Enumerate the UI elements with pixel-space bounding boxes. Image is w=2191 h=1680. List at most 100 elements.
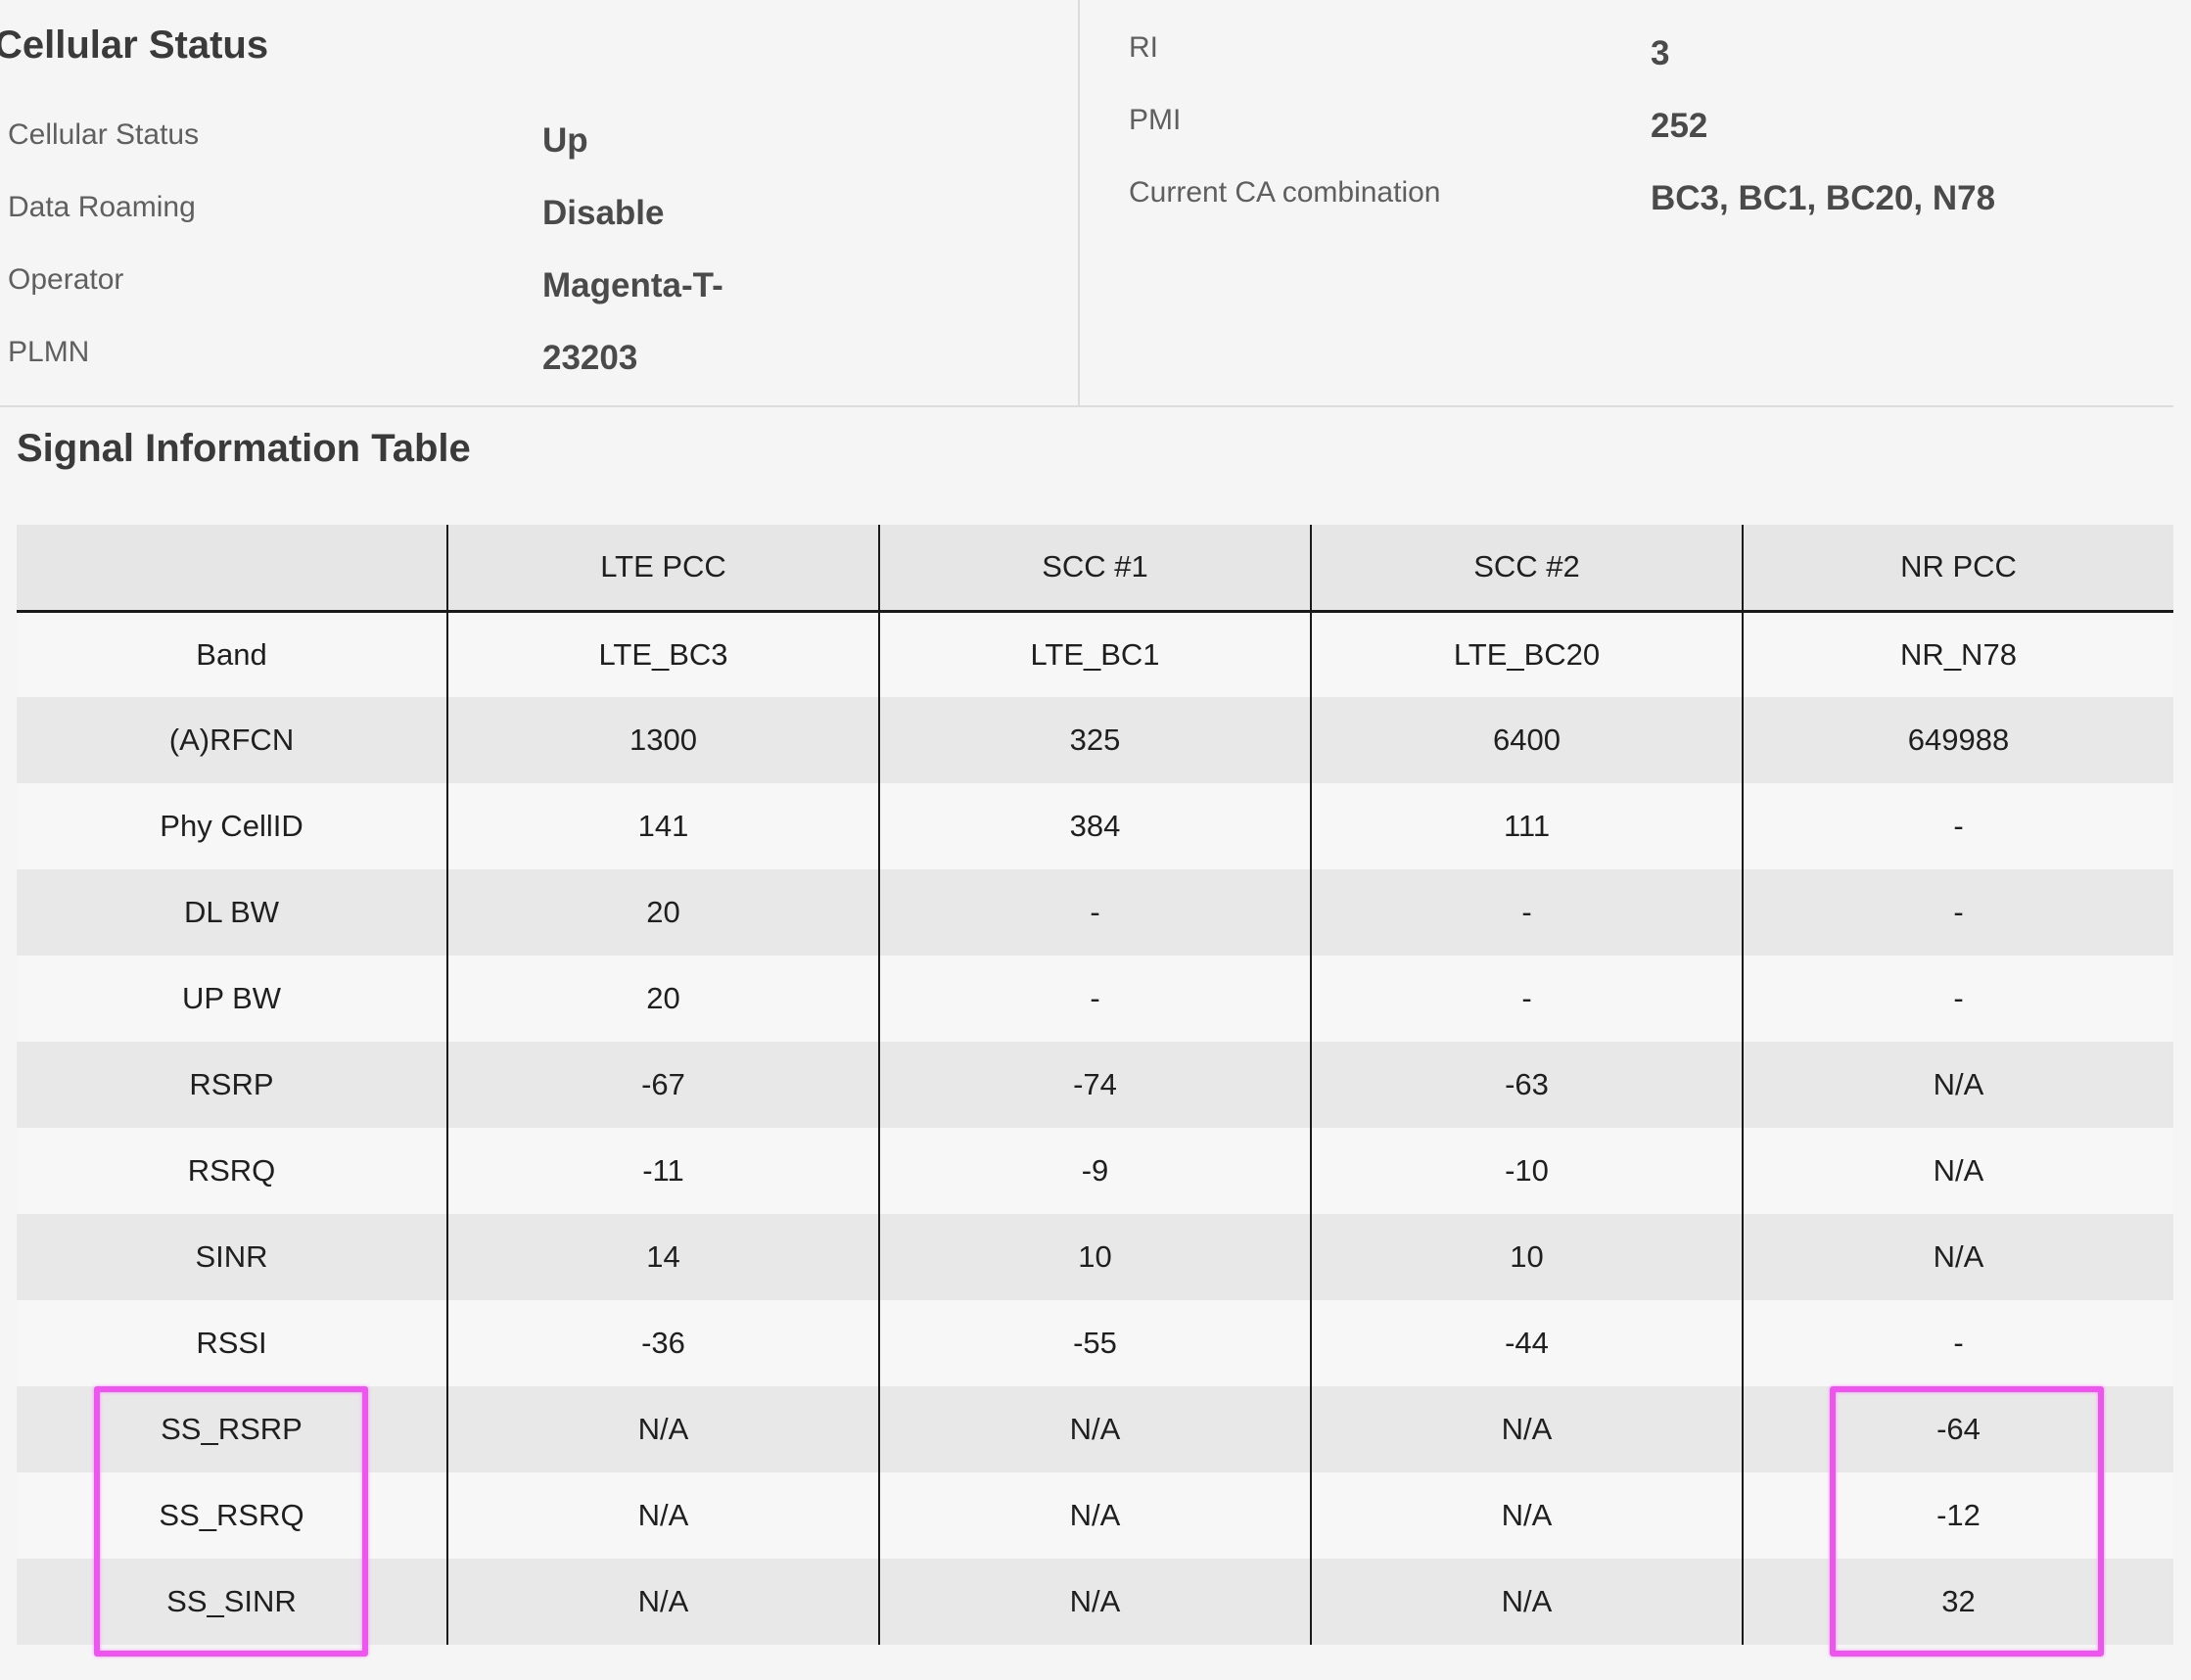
signal-information-table: LTE PCC SCC #1 SCC #2 NR PCC Band LTE_BC3… <box>17 525 2173 1645</box>
table-body: Band LTE_BC3 LTE_BC1 LTE_BC20 NR_N78 (A)RFCN 1… <box>17 611 2173 1645</box>
kv-label: PMI <box>1129 104 1182 136</box>
table-cell: -64 <box>1742 1386 2173 1472</box>
ca-info-panel: RI 3 PMI 252 Current CA combination BC3,… <box>1082 0 2191 405</box>
kv-label: RI <box>1129 31 1158 64</box>
kv-row-ri: RI 3 <box>1082 31 2191 90</box>
table-cell: N/A <box>878 1472 1311 1559</box>
row-label-cell: UP BW <box>17 956 447 1042</box>
table-cell: N/A <box>1742 1128 2173 1214</box>
table-cell: 32 <box>1742 1559 2173 1645</box>
table-cell: -67 <box>446 1042 879 1128</box>
table-row: RSRP -67 -74 -63 N/A <box>17 1042 2173 1128</box>
column-header: LTE PCC <box>446 525 879 613</box>
table-cell: 20 <box>446 869 879 956</box>
table-row: RSSI -36 -55 -44- <box>17 1300 2173 1386</box>
kv-value: 3 <box>1651 34 1670 72</box>
row-label-cell: RSRQ <box>17 1128 447 1214</box>
kv-row-plmn: PLMN 23203 <box>0 336 1078 395</box>
kv-label: Operator <box>8 263 124 296</box>
table-row: RSRQ -11 -9 -10 N/A <box>17 1128 2173 1214</box>
table-cell: N/A <box>878 1386 1311 1472</box>
table-cell: 10 <box>878 1214 1311 1300</box>
kv-value: Magenta-T- <box>542 266 723 304</box>
column-header: NR PCC <box>1742 525 2173 613</box>
table-cell: -44 <box>1310 1300 1743 1386</box>
table-cell: LTE_BC1 <box>878 611 1311 697</box>
table-cell: N/A <box>1310 1559 1743 1645</box>
table-cell: - <box>1742 1300 2173 1386</box>
row-label-cell: SS_RSRP <box>17 1386 447 1472</box>
kv-label: Data Roaming <box>8 191 196 223</box>
kv-label: Cellular Status <box>8 118 200 151</box>
kv-value: 23203 <box>542 339 638 377</box>
row-label-cell: (A)RFCN <box>17 697 447 783</box>
table-cell: 384 <box>878 783 1311 869</box>
table-row: SS_SINR N/A N/A N/A 32 <box>17 1559 2173 1645</box>
kv-value: Disable <box>542 194 665 232</box>
table-cell: NR_N78 <box>1742 611 2173 697</box>
table-cell: LTE_BC20 <box>1310 611 1743 697</box>
kv-value: BC3, BC1, BC20, N78 <box>1651 179 1996 217</box>
column-header: SCC #2 <box>1310 525 1743 613</box>
table-cell: -11 <box>446 1128 879 1214</box>
table-cell: 6400 <box>1310 697 1743 783</box>
kv-label: Current CA combination <box>1129 176 1441 209</box>
kv-row-cellular-status: Cellular Status Up <box>0 118 1078 177</box>
table-cell: - <box>1742 956 2173 1042</box>
table-row: UP BW 20- - - <box>17 956 2173 1042</box>
table-cell: -55 <box>878 1300 1311 1386</box>
row-label-cell: Phy CellID <box>17 783 447 869</box>
column-header <box>17 525 447 613</box>
table-cell: N/A <box>1310 1472 1743 1559</box>
kv-row-pmi: PMI 252 <box>1082 104 2191 163</box>
table-row: DL BW 20- - - <box>17 869 2173 956</box>
table-row: Phy CellID 141 384 111- <box>17 783 2173 869</box>
kv-value: 252 <box>1651 107 1708 145</box>
table-cell: N/A <box>446 1559 879 1645</box>
cellular-status-page: Cellular Status Cellular Status Up Data … <box>0 0 2191 1680</box>
table-cell: N/A <box>446 1386 879 1472</box>
table-cell: - <box>878 956 1311 1042</box>
kv-label: PLMN <box>8 336 90 368</box>
table-cell: N/A <box>878 1559 1311 1645</box>
table-cell: 141 <box>446 783 879 869</box>
kv-row-operator: Operator Magenta-T- <box>0 263 1078 322</box>
kv-row-ca-combination: Current CA combination BC3, BC1, BC20, N… <box>1082 176 2191 235</box>
table-cell: - <box>1310 869 1743 956</box>
cellular-status-panel: Cellular Status Cellular Status Up Data … <box>0 0 1080 405</box>
table-cell: 1300 <box>446 697 879 783</box>
table-header-row: LTE PCC SCC #1 SCC #2 NR PCC <box>17 525 2173 613</box>
table-cell: -9 <box>878 1128 1311 1214</box>
table-cell: N/A <box>1310 1386 1743 1472</box>
table-cell: -12 <box>1742 1472 2173 1559</box>
table-cell: N/A <box>1742 1042 2173 1128</box>
row-label-cell: DL BW <box>17 869 447 956</box>
table-row: Band LTE_BC3 LTE_BC1 LTE_BC20 NR_N78 <box>17 611 2173 697</box>
table-row: (A)RFCN 1300 325 6400 649988 <box>17 697 2173 783</box>
table-row: SS_RSRP N/A N/A N/A -64 <box>17 1386 2173 1472</box>
cellular-status-title: Cellular Status <box>0 23 269 67</box>
row-label-cell: Band <box>17 611 447 697</box>
table-cell: 649988 <box>1742 697 2173 783</box>
table-cell: -63 <box>1310 1042 1743 1128</box>
row-label-cell: SS_SINR <box>17 1559 447 1645</box>
kv-row-data-roaming: Data Roaming Disable <box>0 191 1078 250</box>
table-row: SINR 14 10 10 N/A <box>17 1214 2173 1300</box>
table-cell: - <box>1742 783 2173 869</box>
table-cell: LTE_BC3 <box>446 611 879 697</box>
table-row: SS_RSRQ N/A N/A N/A -12 <box>17 1472 2173 1559</box>
column-header: SCC #1 <box>878 525 1311 613</box>
table-cell: 325 <box>878 697 1311 783</box>
table-cell: 20 <box>446 956 879 1042</box>
table-cell: 10 <box>1310 1214 1743 1300</box>
row-label-cell: SS_RSRQ <box>17 1472 447 1559</box>
table-cell: - <box>1310 956 1743 1042</box>
row-label-cell: RSSI <box>17 1300 447 1386</box>
table-cell: -36 <box>446 1300 879 1386</box>
signal-table-title: Signal Information Table <box>17 427 471 470</box>
row-label-cell: SINR <box>17 1214 447 1300</box>
table-cell: 14 <box>446 1214 879 1300</box>
table-cell: - <box>878 869 1311 956</box>
table-cell: -10 <box>1310 1128 1743 1214</box>
table-cell: - <box>1742 869 2173 956</box>
